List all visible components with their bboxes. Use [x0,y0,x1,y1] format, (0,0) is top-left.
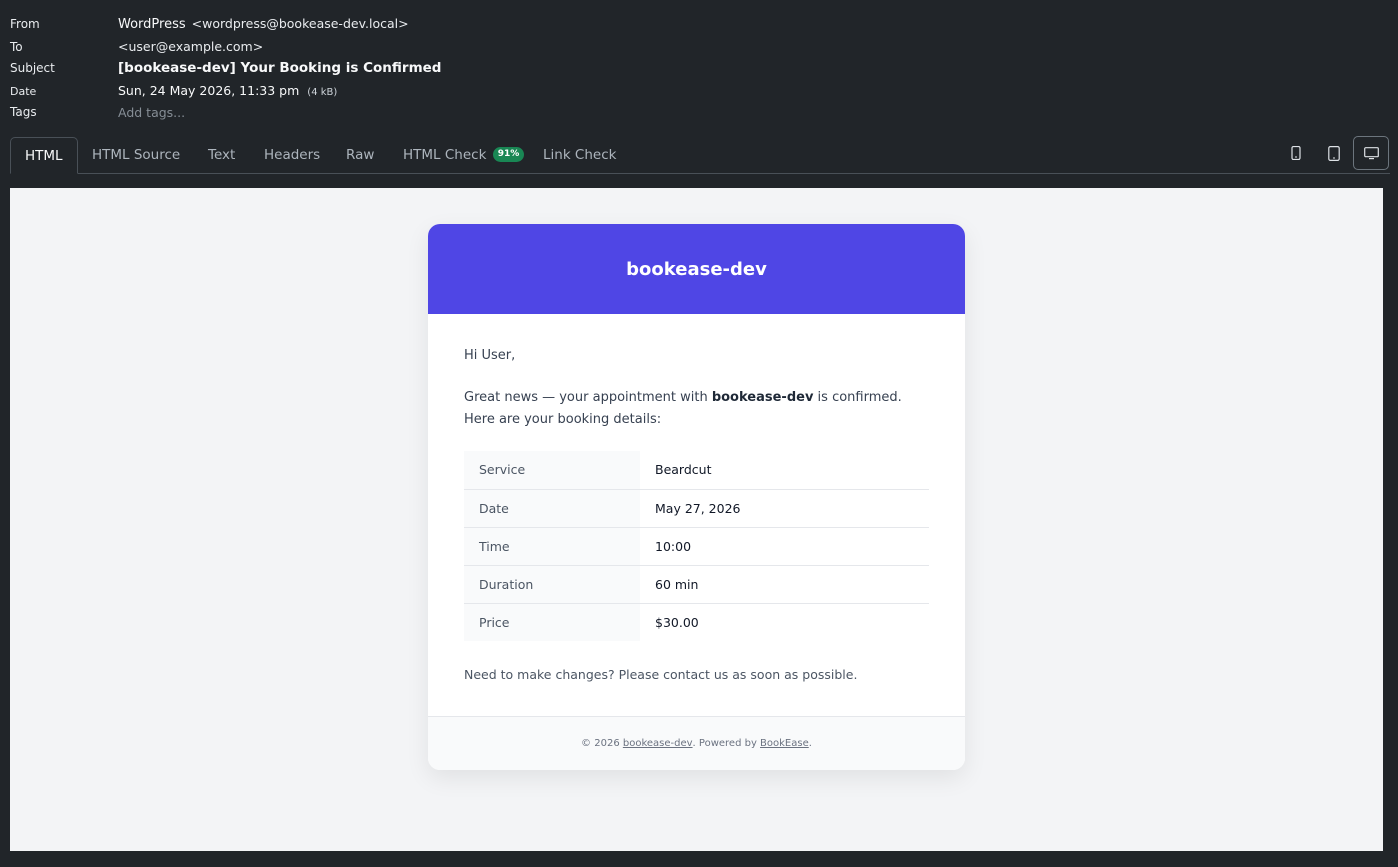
from-label: From [10,17,40,31]
tab-raw[interactable]: Raw [332,137,388,174]
subject-value: [bookease-dev] Your Booking is Confirmed [118,60,442,76]
email-greeting: Hi User, [464,348,516,363]
detail-key: Date [464,488,640,527]
email-brand-title: bookease-dev [626,258,767,280]
subject-row: Subject [bookease-dev] Your Booking is C… [0,58,700,78]
from-row: From WordPress <wordpress@bookease-dev.lo… [0,14,700,34]
to-row: To <user@example.com> [0,37,700,57]
tab-link-check-label: Link Check [543,147,617,163]
tags-row: Tags Add tags... [0,102,700,122]
to-label: To [10,40,23,54]
detail-key: Service [464,451,640,489]
tab-html[interactable]: HTML [10,137,78,174]
from-value: WordPress <wordpress@bookease-dev.local> [118,16,409,32]
detail-value: Beardcut [640,451,929,489]
detail-key: Duration [464,564,640,603]
table-row: Time 10:00 [464,526,929,565]
date-text: Sun, 24 May 2026, 11:33 pm [118,83,300,98]
message-size: (4 kB) [307,87,338,98]
detail-key: Price [464,602,640,641]
email-intro: Great news — your appointment with booke… [464,387,930,431]
footer-bookease-link[interactable]: BookEase [760,738,809,749]
table-row: Price $30.00 [464,602,929,641]
desktop-icon [1363,146,1379,159]
table-row: Duration 60 min [464,564,929,603]
subject-label: Subject [10,61,55,75]
detail-value: 10:00 [640,526,929,565]
tab-text[interactable]: Text [194,137,249,174]
tab-link-check[interactable]: Link Check [529,137,630,174]
booking-details-table: Service Beardcut Date May 27, 2026 Time 10:… [464,451,929,641]
date-label: Date [10,84,37,98]
table-row: Service Beardcut [464,451,929,489]
tab-raw-label: Raw [346,147,375,163]
date-row: Date Sun, 24 May 2026, 11:33 pm (4 kB) [0,81,700,101]
phone-view-button[interactable] [1278,136,1314,170]
footer-powered-text: . Powered by [692,738,761,749]
detail-value: May 27, 2026 [640,488,929,527]
view-tabs: HTML HTML Source Text Headers Raw HTML C… [10,137,1390,174]
tab-text-label: Text [208,147,236,163]
detail-value: 60 min [640,564,929,603]
html-check-score-badge: 91% [492,146,525,162]
from-address: <wordpress@bookease-dev.local> [191,16,409,31]
tab-html-source[interactable]: HTML Source [78,137,194,174]
date-value: Sun, 24 May 2026, 11:33 pm (4 kB) [118,83,337,99]
tab-html-check[interactable]: HTML Check 91% [389,137,538,174]
intro-brand: bookease-dev [711,390,814,405]
phone-icon [1291,146,1301,160]
footer-end: . [808,738,812,749]
detail-key: Time [464,526,640,565]
table-row: Date May 27, 2026 [464,488,929,527]
tags-input[interactable]: Add tags... [118,105,185,120]
intro-text-start: Great news — your appointment with [464,390,712,405]
contact-note: Need to make changes? Please contact us … [464,667,858,682]
from-name: WordPress [118,17,186,32]
email-card: bookease-dev Hi User, Great news — your … [428,224,965,770]
to-address: <user@example.com> [118,39,264,54]
footer-copyright: © 2026 [581,738,623,749]
tablet-icon [1328,145,1340,161]
tab-html-check-label: HTML Check [403,147,487,163]
to-value: <user@example.com> [118,39,263,55]
html-preview-pane: bookease-dev Hi User, Great news — your … [10,188,1383,851]
email-footer: © 2026 bookease-dev. Powered by BookEase… [428,716,965,770]
email-header-banner: bookease-dev [428,224,965,314]
footer-brand-link[interactable]: bookease-dev [623,738,693,749]
tab-headers-label: Headers [264,147,321,163]
tab-html-label: HTML [25,148,63,164]
desktop-view-button[interactable] [1353,136,1389,170]
tab-headers[interactable]: Headers [250,137,334,174]
detail-value: $30.00 [640,602,929,641]
tab-html-source-label: HTML Source [92,147,181,163]
tablet-view-button[interactable] [1316,136,1352,170]
tags-label: Tags [10,105,37,119]
